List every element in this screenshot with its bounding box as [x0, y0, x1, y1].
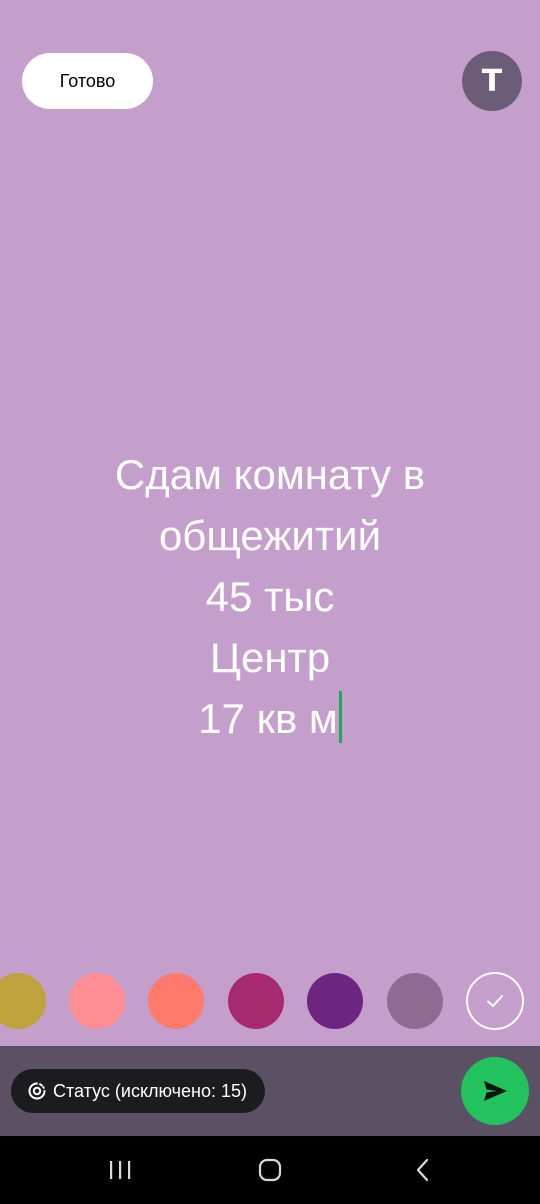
back-icon	[416, 1158, 429, 1182]
status-text-line-last: 17 кв м	[0, 688, 540, 749]
status-text-line: 45 тыс	[205, 573, 335, 620]
color-swatch-selected[interactable]	[466, 972, 524, 1030]
check-icon	[487, 995, 503, 1007]
home-button[interactable]	[230, 1136, 310, 1204]
status-text-line: Сдам комнату в	[114, 451, 426, 498]
color-swatch-purple[interactable]	[307, 973, 363, 1029]
text-cursor	[338, 691, 342, 743]
back-button[interactable]	[383, 1136, 463, 1204]
color-swatch-mustard[interactable]	[0, 973, 46, 1029]
status-text-line: Центр	[209, 634, 331, 681]
send-button[interactable]	[461, 1057, 529, 1125]
home-icon	[258, 1158, 282, 1182]
recents-icon	[110, 1161, 131, 1179]
bottom-bar: Статус (исключено: 15)	[0, 1046, 540, 1136]
status-audience-button[interactable]: Статус (исключено: 15)	[11, 1069, 265, 1113]
color-swatch-mauve[interactable]	[387, 973, 443, 1029]
status-text-editor[interactable]: Сдам комнату в общежитий 45 тыс Центр 17…	[0, 444, 540, 749]
status-audience-label: Статус (исключено: 15)	[53, 1080, 247, 1101]
status-canvas[interactable]: Готово T Сдам комнату в общежитий 45 тыс…	[0, 0, 540, 1046]
color-palette	[0, 972, 540, 1030]
done-button[interactable]: Готово	[22, 53, 153, 109]
status-text-line: 17 кв м	[198, 695, 338, 742]
text-style-icon: T	[481, 63, 503, 99]
color-swatch-pink[interactable]	[69, 973, 125, 1029]
color-swatch-coral[interactable]	[148, 973, 204, 1029]
color-swatch-magenta[interactable]	[228, 973, 284, 1029]
recents-button[interactable]	[80, 1136, 160, 1204]
send-icon	[484, 1081, 507, 1101]
status-text-line: общежитий	[158, 512, 382, 559]
system-nav-bar	[0, 1136, 540, 1204]
font-style-button[interactable]: T	[462, 51, 522, 111]
status-privacy-icon	[27, 1081, 47, 1101]
